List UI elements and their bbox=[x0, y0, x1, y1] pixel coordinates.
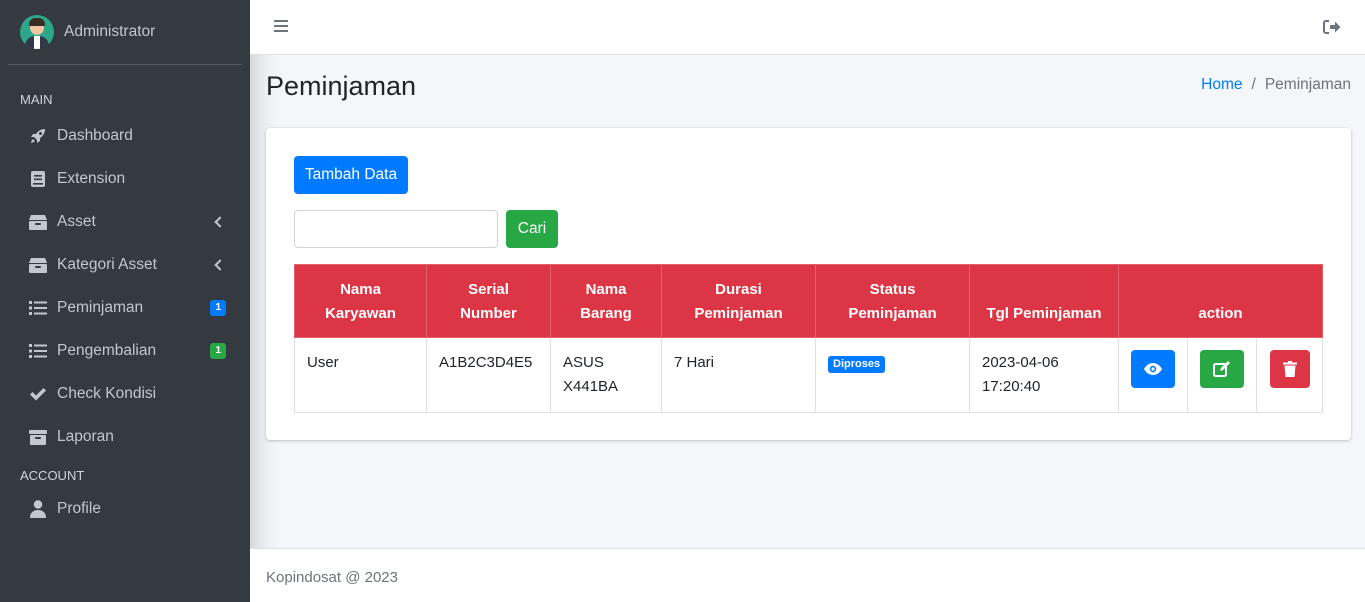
search-input[interactable] bbox=[294, 210, 498, 248]
sidebar-item-pengembalian[interactable]: Pengembalian 1 bbox=[0, 329, 250, 372]
sidebar-item-label: Profile bbox=[57, 500, 101, 517]
sidebar-item-extension[interactable]: Extension bbox=[0, 157, 250, 200]
column-header: Tgl Peminjaman bbox=[969, 264, 1119, 338]
user-panel[interactable]: Administrator bbox=[8, 0, 242, 65]
column-header: Serial Number bbox=[426, 264, 551, 338]
sidebar-item-kategori-asset[interactable]: Kategori Asset bbox=[0, 243, 250, 286]
peminjaman-card: Tambah Data Cari Nama Karyawan Serial Numb… bbox=[266, 128, 1351, 440]
view-button[interactable] bbox=[1131, 350, 1175, 388]
hamburger-icon[interactable] bbox=[274, 19, 288, 33]
cell-action-delete bbox=[1256, 337, 1323, 413]
cell-action-view bbox=[1118, 337, 1188, 413]
sidebar-item-label: Check Kondisi bbox=[57, 384, 157, 402]
user-icon bbox=[28, 500, 48, 518]
breadcrumb-home-link[interactable]: Home bbox=[1201, 76, 1242, 93]
avatar bbox=[20, 15, 54, 49]
cell-status: Diproses bbox=[815, 337, 970, 413]
box-icon bbox=[28, 256, 48, 274]
chevron-left-icon bbox=[214, 215, 226, 228]
sidebar-item-dashboard[interactable]: Dashboard bbox=[0, 114, 250, 157]
table-header-row: Nama Karyawan Serial Number Nama Barang Dur… bbox=[294, 264, 1323, 338]
search-button[interactable]: Cari bbox=[506, 210, 558, 248]
sidebar-item-peminjaman[interactable]: Peminjaman 1 bbox=[0, 286, 250, 329]
list-icon bbox=[28, 299, 48, 317]
status-badge: Diproses bbox=[828, 356, 886, 373]
check-icon bbox=[28, 385, 48, 403]
sidebar-item-laporan[interactable]: Laporan bbox=[0, 415, 250, 458]
page-title: Peminjaman bbox=[266, 71, 417, 101]
top-navbar bbox=[250, 0, 1365, 55]
content-header: Peminjaman Home / Peminjaman bbox=[266, 55, 1351, 120]
column-header: Status Peminjaman bbox=[815, 264, 970, 338]
delete-button[interactable] bbox=[1269, 350, 1310, 388]
column-header: Durasi Peminjaman bbox=[661, 264, 816, 338]
sidebar-item-label: Dashboard bbox=[57, 126, 133, 144]
breadcrumb: Home / Peminjaman bbox=[1201, 76, 1351, 94]
sidebar-item-label: Asset bbox=[57, 212, 96, 230]
user-name[interactable]: Administrator bbox=[64, 23, 155, 41]
box-icon bbox=[28, 213, 48, 231]
count-badge: 1 bbox=[210, 342, 226, 359]
breadcrumb-current: Peminjaman bbox=[1264, 76, 1351, 93]
column-header: Nama Barang bbox=[550, 264, 662, 338]
column-header: action bbox=[1118, 264, 1323, 338]
cell-serial-number: A1B2C3D4E5 bbox=[426, 337, 551, 413]
sidebar: Administrator MAIN Dashboard Extension A… bbox=[0, 0, 250, 602]
sidebar-item-check-kondisi[interactable]: Check Kondisi bbox=[0, 372, 250, 415]
nav-header-main: MAIN bbox=[20, 92, 53, 107]
sidebar-item-label: Extension bbox=[57, 169, 126, 187]
sidebar-item-asset[interactable]: Asset bbox=[0, 200, 250, 243]
sidebar-item-label: Kategori Asset bbox=[57, 255, 157, 273]
sidebar-item-label: Peminjaman bbox=[57, 298, 144, 316]
nav-header-account: ACCOUNT bbox=[20, 468, 85, 483]
cell-tgl-peminjaman: 2023-04-06 17:20:40 bbox=[969, 337, 1119, 413]
trash-icon bbox=[1282, 361, 1297, 377]
cell-durasi: 7 Hari bbox=[661, 337, 816, 413]
list-icon bbox=[28, 342, 48, 360]
chevron-left-icon bbox=[214, 258, 226, 271]
eye-icon bbox=[1144, 363, 1162, 375]
add-data-button[interactable]: Tambah Data bbox=[294, 156, 408, 194]
archive-icon bbox=[28, 428, 48, 446]
table-row: User A1B2C3D4E5 ASUS X441BA 7 Hari Dipros… bbox=[294, 337, 1323, 413]
edit-icon bbox=[1213, 361, 1230, 377]
cell-nama-barang: ASUS X441BA bbox=[550, 337, 662, 413]
count-badge: 1 bbox=[210, 299, 226, 316]
footer: Kopindosat @ 2023 bbox=[250, 548, 1365, 602]
rocket-icon bbox=[28, 127, 48, 145]
sidebar-item-profile[interactable]: Profile bbox=[0, 490, 250, 528]
sidebar-item-label: Laporan bbox=[57, 427, 114, 445]
column-header: Nama Karyawan bbox=[294, 264, 427, 338]
peminjaman-table: Nama Karyawan Serial Number Nama Barang Dur… bbox=[294, 264, 1323, 413]
sign-out-icon[interactable] bbox=[1323, 19, 1341, 35]
cell-nama-karyawan: User bbox=[294, 337, 427, 413]
breadcrumb-separator: / bbox=[1251, 76, 1256, 93]
book-icon bbox=[28, 170, 48, 188]
cell-action-edit bbox=[1187, 337, 1257, 413]
edit-button[interactable] bbox=[1200, 350, 1244, 388]
sidebar-item-label: Pengembalian bbox=[57, 341, 157, 359]
